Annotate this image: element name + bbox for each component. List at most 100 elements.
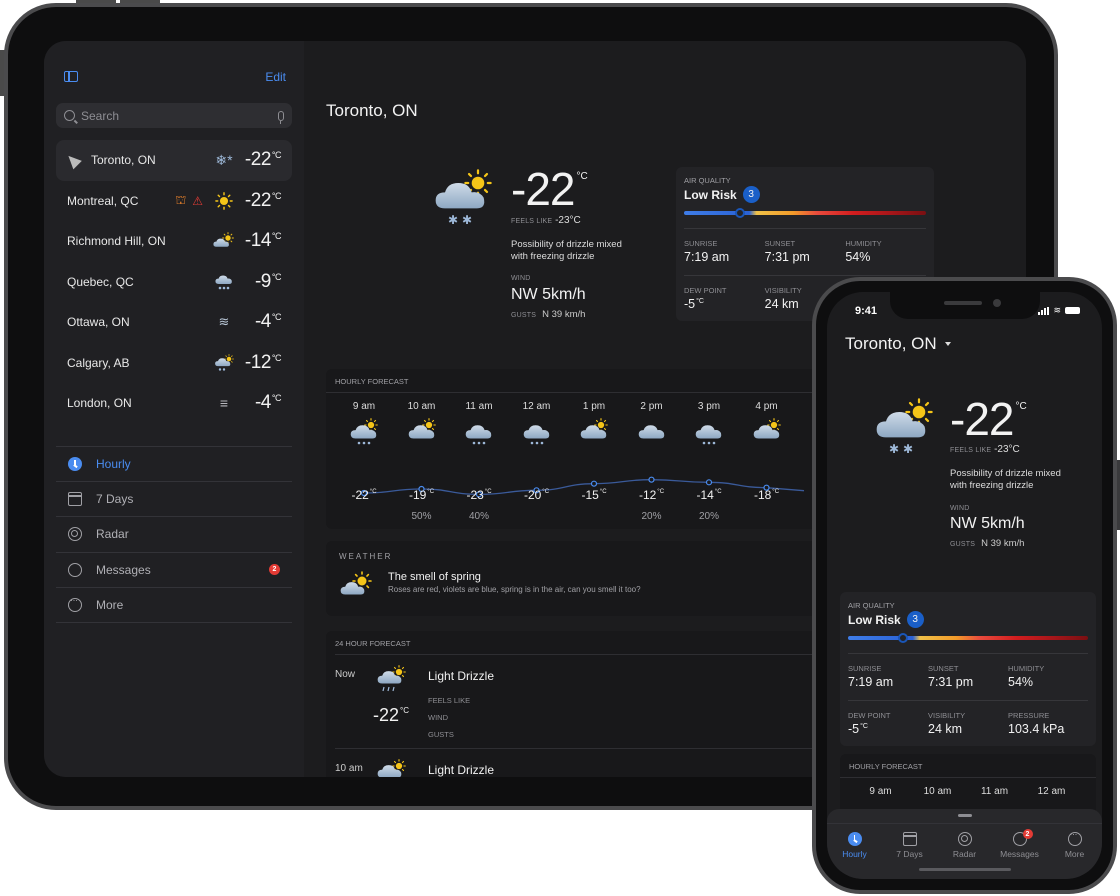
nav-item-radar[interactable]: Radar: [56, 517, 292, 553]
location-name: London, ON: [67, 396, 132, 411]
stat-dew-point: DEW POINT -5°C: [848, 700, 928, 746]
location-name: Montreal, QC: [67, 193, 139, 208]
drag-handle[interactable]: [957, 814, 972, 817]
nav-item-7-days[interactable]: 7 Days: [56, 482, 292, 518]
air-quality-risk: Low Risk 3: [684, 186, 926, 203]
current-location-icon: [64, 151, 82, 170]
svg-text:✱: ✱: [462, 213, 472, 227]
hourly-item[interactable]: 9 am -22°C: [335, 393, 393, 523]
nav-label: 7 Days: [96, 492, 134, 507]
location-selector[interactable]: Toronto, ON: [845, 334, 951, 354]
current-temperature: -22 °C: [950, 393, 1027, 445]
stat-pressure: PRESSURE 103.4 kPa: [1008, 700, 1088, 746]
search-bar[interactable]: [56, 103, 292, 128]
forecast-time: 10 am: [335, 763, 363, 774]
weather-story-title: The smell of spring: [388, 571, 481, 583]
stat-sunset: SUNSET 7:31 pm: [928, 664, 974, 689]
feels-like: FEELS LIKE -23°C: [950, 444, 1020, 455]
nav-item-hourly[interactable]: Hourly: [56, 447, 292, 483]
partly-cloudy-snow-icon: [213, 353, 235, 372]
hourly-item[interactable]: 12 am -20°C: [508, 393, 566, 523]
snow-cloud-icon: [680, 418, 738, 446]
search-input[interactable]: [81, 108, 278, 123]
stat-sunrise: SUNRISE 7:19 am: [848, 664, 894, 689]
nav-item-messages[interactable]: Messages 2: [56, 553, 292, 588]
precip-chance: 20%: [641, 511, 662, 522]
wifi-icon: ≋: [1053, 305, 1061, 315]
iphone-device: 9:41 ≋ Toronto, ON ✱ ✱ -22 °C FEELS LIKE -…: [812, 277, 1117, 894]
tab-more[interactable]: More: [1047, 829, 1102, 859]
hour-label: 9 am: [869, 786, 892, 797]
hour-label: 12 am: [522, 401, 551, 412]
road-closure-icon: ⛫: [175, 192, 187, 207]
more-icon: [68, 595, 82, 612]
location-item-montreal[interactable]: Montreal, QC ⛫ ⚠ -22°C: [56, 181, 292, 222]
location-item-quebec[interactable]: Quebec, QC -9°C: [56, 262, 292, 303]
aqi-scale-bar: [684, 208, 926, 218]
location-name: Ottawa, ON: [67, 315, 130, 330]
precip-chance: 40%: [468, 511, 489, 522]
hourly-item[interactable]: 10 am -19°C 50%: [393, 393, 451, 523]
drizzle-icon: [376, 665, 408, 700]
sidebar-toggle-icon[interactable]: [64, 71, 78, 82]
precip-chance: 20%: [698, 511, 719, 522]
page-title: Toronto, ON: [326, 101, 418, 120]
hour-temp: -15°C: [581, 488, 607, 502]
tab-hourly[interactable]: Hourly: [827, 832, 882, 859]
sidebar: Edit Toronto, ON ❄* -22°C Montreal, QC ⛫…: [44, 41, 304, 777]
location-item-richmond-hill[interactable]: Richmond Hill, ON -14°C: [56, 221, 292, 262]
tab-messages[interactable]: 2 Messages: [992, 829, 1047, 859]
blowing-snow-icon: ≋: [218, 314, 230, 330]
messages-badge: 2: [269, 564, 280, 576]
aqi-indicator: [898, 633, 909, 643]
stat-humidity: HUMIDITY 54%: [845, 239, 882, 264]
location-item-toronto[interactable]: Toronto, ON ❄* -22°C: [56, 140, 292, 181]
edit-button[interactable]: Edit: [265, 70, 286, 84]
message-icon: [68, 562, 82, 577]
signal-icon: [1038, 306, 1050, 315]
air-quality-risk: Low Risk 3: [848, 611, 1088, 628]
location-name: Quebec, QC: [67, 274, 134, 289]
hour-temp: -12°C: [638, 488, 665, 502]
air-quality-label: AIR QUALITY: [848, 601, 895, 610]
precip-chance: 50%: [411, 511, 432, 522]
hourly-item[interactable]: 3 pm -14°C 20%: [680, 393, 738, 523]
aqi-scale-bar: [848, 633, 1088, 643]
location-temp: -9°C: [254, 270, 282, 292]
tab-7-days[interactable]: 7 Days: [882, 832, 937, 859]
air-quality-label: AIR QUALITY: [684, 176, 731, 185]
hour-label: 2 pm: [640, 401, 663, 412]
air-quality-card[interactable]: AIR QUALITY Low Risk 3 SUNRISE 7:19 am SUN…: [840, 592, 1096, 746]
hourly-item[interactable]: 4 pm -18°C: [738, 393, 796, 523]
snow-cloud-icon: [450, 418, 508, 446]
nav-item-more[interactable]: More: [56, 588, 292, 623]
partly-cloudy-snow-icon: [335, 418, 393, 446]
sun-icon: [213, 192, 235, 210]
location-item-london[interactable]: London, ON ≡ -4°C: [56, 383, 292, 424]
nav-label: More: [96, 597, 124, 612]
location-item-calgary[interactable]: Calgary, AB -12°C: [56, 343, 292, 384]
svg-text:✱: ✱: [889, 442, 899, 456]
battery-icon: [1065, 307, 1080, 314]
cloud-icon: [623, 418, 681, 446]
hourly-item[interactable]: 2 pm -12°C 20%: [623, 393, 681, 523]
status-indicators: ≋: [1038, 305, 1080, 316]
tab-radar[interactable]: Radar: [937, 832, 992, 859]
hourly-item[interactable]: 1 pm -15°C: [565, 393, 623, 523]
snow-icon: ❄*: [215, 151, 233, 168]
wind-value: NW 5km/h: [511, 286, 586, 303]
microphone-icon[interactable]: [278, 110, 284, 124]
hourly-times: 9 am 10 am 11 am 12 am: [840, 786, 1096, 797]
condition-description: Possibility of drizzle mixed with freezi…: [950, 468, 1061, 491]
location-item-ottawa[interactable]: Ottawa, ON ≋ -4°C: [56, 302, 292, 343]
forecast-time: Now: [335, 669, 356, 680]
hourly-item[interactable]: 11 am -23°C 40%: [450, 393, 508, 523]
feels-like: FEELS LIKE -23°C: [511, 215, 581, 226]
weather-story-label: WEATHER: [339, 552, 393, 561]
calendar-icon: [902, 832, 917, 846]
heavy-snow-icon: [508, 418, 566, 446]
hour-label: 11 am: [465, 401, 493, 412]
partly-cloudy-snow-icon: ✱ ✱: [434, 169, 498, 232]
calendar-icon: [68, 492, 82, 507]
condition-description: Possibility of drizzle mixed with freezi…: [511, 239, 622, 262]
